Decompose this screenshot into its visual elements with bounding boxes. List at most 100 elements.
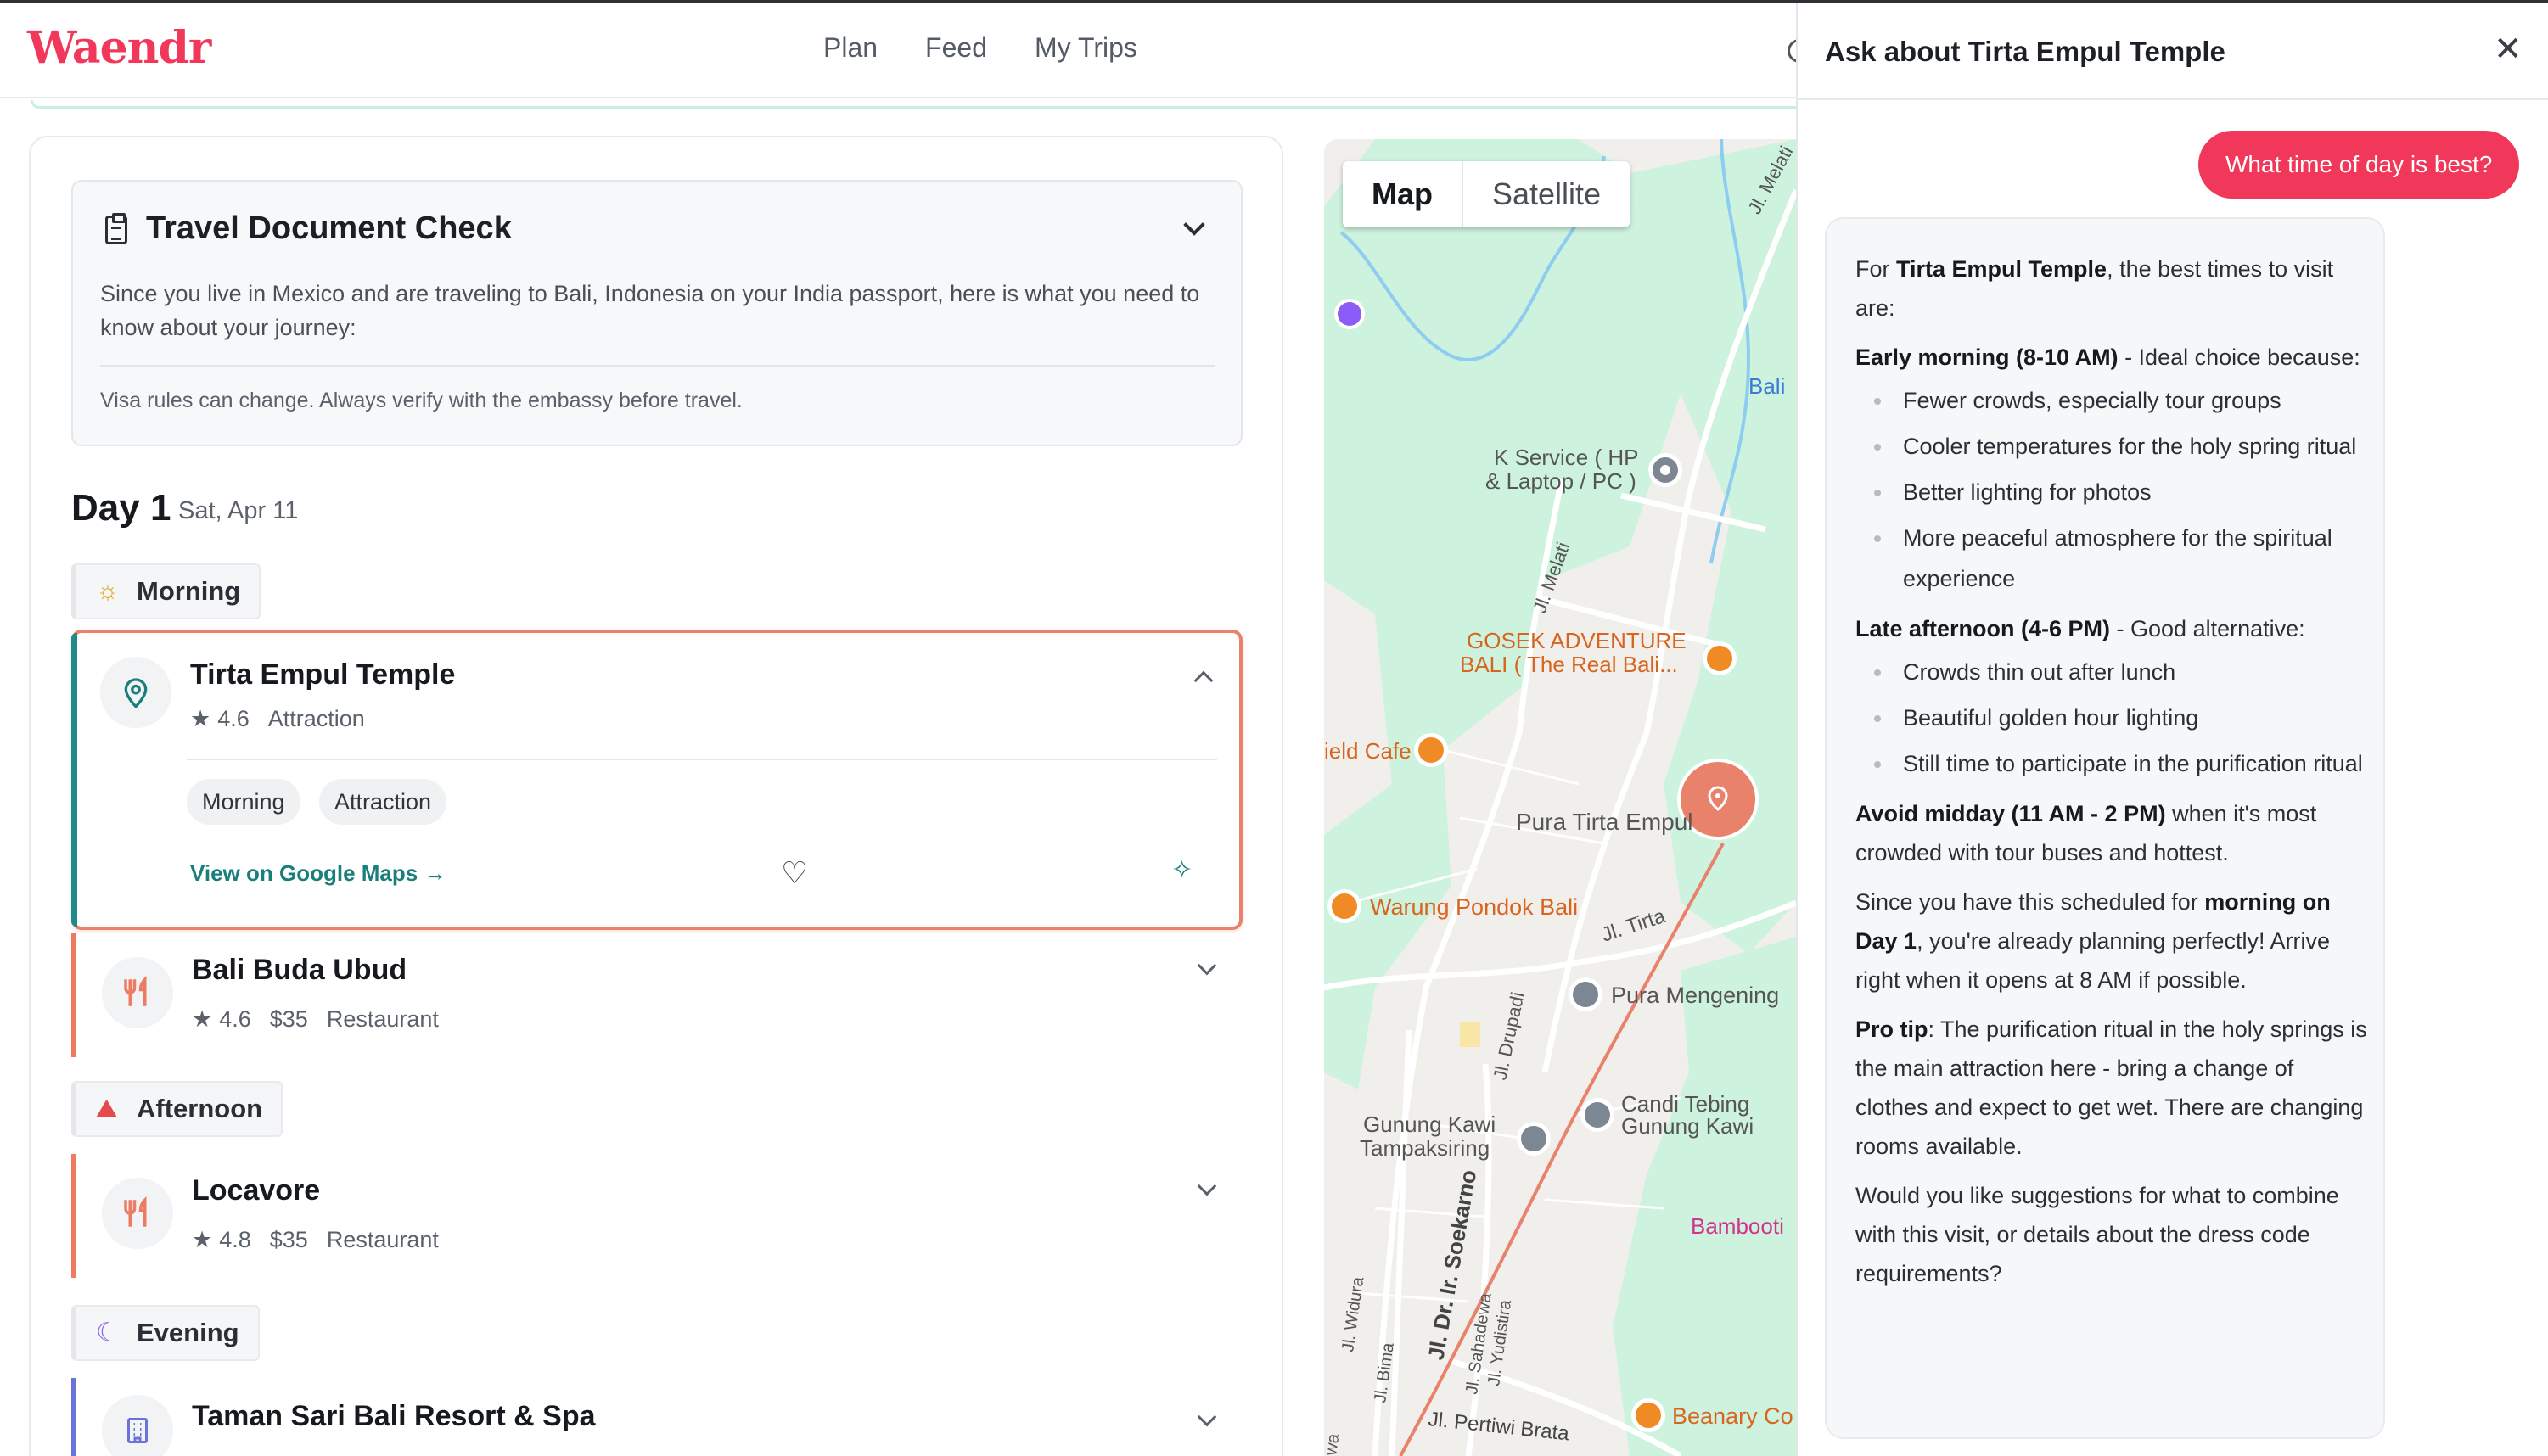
map-label-pura-tirta-empul: Pura Tirta Empul <box>1516 809 1693 835</box>
map-toggle-map[interactable]: Map <box>1343 161 1463 227</box>
sparkle-icon[interactable]: ✧ <box>1171 855 1193 885</box>
activity-card-tirta-empul[interactable]: Tirta Empul Temple ★ 4.6 Attraction Mornin… <box>71 630 1243 930</box>
nav-feed[interactable]: Feed <box>925 32 987 64</box>
map-label-bambooti: Bambooti <box>1691 1213 1784 1239</box>
map-label-jl-tirta: Jl. Tirta <box>1599 904 1670 947</box>
heart-icon[interactable]: ♡ <box>781 855 808 891</box>
clipboard-icon <box>105 213 127 244</box>
activity-rating: 4.6 <box>219 1006 251 1032</box>
map-type-toggle: Map Satellite <box>1343 161 1630 227</box>
list-item: Better lighting for photos <box>1855 472 2370 512</box>
activity-meta: ★ 4.6 $35 Restaurant <box>192 1006 439 1033</box>
list-item: Cooler temperatures for the holy spring … <box>1855 426 2370 467</box>
map-label-wa: wa <box>1324 1431 1344 1456</box>
divider <box>100 365 1215 367</box>
early-morning-list: Fewer crowds, especially tour groups Coo… <box>1855 380 2370 599</box>
doc-check-title: Travel Document Check <box>146 210 512 246</box>
list-item: Fewer crowds, especially tour groups <box>1855 380 2370 421</box>
utensils-icon <box>102 957 173 1028</box>
utensils-icon <box>102 1178 173 1249</box>
building-icon <box>102 1395 173 1456</box>
activity-meta: ★ 4.6 Attraction <box>190 706 365 732</box>
period-evening: ☾ Evening <box>71 1305 260 1361</box>
activity-title: Bali Buda Ubud <box>192 954 407 986</box>
tag-attraction: Attraction <box>319 779 447 825</box>
map-label-jl-drupadi: Jl. Drupadi <box>1489 990 1528 1082</box>
activity-card-taman-sari[interactable]: Taman Sari Bali Resort & Spa <box>71 1378 1243 1456</box>
app-header: Waendr Plan Feed My Trips <box>0 3 1799 98</box>
map-label-warung: Warung Pondok Bali <box>1370 894 1578 920</box>
map-label-candi-gunung-kawi: Gunung Kawi <box>1621 1113 1754 1139</box>
activity-card-locavore[interactable]: Locavore ★ 4.8 $35 Restaurant <box>71 1154 1243 1278</box>
period-label: Morning <box>137 576 241 606</box>
location-pin-icon <box>100 657 171 728</box>
list-item: Beautiful golden hour lighting <box>1855 697 2370 738</box>
map-view[interactable]: Jl. Melati Bali K Service ( HP & Laptop … <box>1324 139 1796 1456</box>
user-message-bubble: What time of day is best? <box>2198 131 2520 199</box>
period-morning: ☼ Morning <box>71 563 261 619</box>
tag-morning: Morning <box>187 779 300 825</box>
day-date: Sat, Apr 11 <box>178 497 299 524</box>
list-item: Crowds thin out after lunch <box>1855 652 2370 692</box>
chat-title: Ask about Tirta Empul Temple <box>1825 36 2225 67</box>
view-on-google-maps-link[interactable]: View on Google Maps → <box>190 860 446 887</box>
star-icon: ★ <box>190 706 211 731</box>
map-label-beanary: Beanary Co <box>1672 1403 1793 1429</box>
doc-check-body: Since you live in Mexico and are traveli… <box>100 281 1200 340</box>
assistant-message-content: For Tirta Empul Temple, the best times t… <box>1855 249 2370 1303</box>
map-toggle-satellite[interactable]: Satellite <box>1463 161 1630 227</box>
header-accent-line <box>31 100 1796 109</box>
app-logo[interactable]: Waendr <box>27 22 211 74</box>
activity-title: Taman Sari Bali Resort & Spa <box>192 1400 596 1432</box>
map-label-tampaksiring: Tampaksiring <box>1360 1135 1490 1161</box>
activity-title: Locavore <box>192 1174 321 1207</box>
chevron-down-icon[interactable] <box>1197 955 1217 976</box>
activity-category: Attraction <box>267 706 365 731</box>
chat-panel: Ask about Tirta Empul Temple ✕ What time… <box>1796 3 2548 1456</box>
chevron-down-icon[interactable] <box>1197 1407 1217 1427</box>
activity-meta: ★ 4.8 $35 Restaurant <box>192 1227 439 1253</box>
main-nav: Plan Feed My Trips <box>823 32 1137 64</box>
chevron-down-icon[interactable] <box>1197 1176 1217 1196</box>
chevron-down-icon[interactable] <box>1183 214 1205 236</box>
chat-header: Ask about Tirta Empul Temple ✕ <box>1798 3 2548 100</box>
activity-card-bali-buda[interactable]: Bali Buda Ubud ★ 4.6 $35 Restaurant <box>71 933 1243 1057</box>
sun-icon: ☼ <box>96 577 120 605</box>
map-label-pura-mengening: Pura Mengening <box>1611 983 1779 1008</box>
divider <box>187 759 1217 760</box>
map-label-k-service: K Service ( HP <box>1494 445 1639 470</box>
day-title: Day 1 <box>71 487 171 529</box>
period-label: Evening <box>137 1318 239 1347</box>
list-item: More peaceful atmosphere for the spiritu… <box>1855 518 2370 599</box>
map-label-gosek-2: BALI ( The Real Bali... <box>1460 652 1678 677</box>
late-afternoon-list: Crowds thin out after lunch Beautiful go… <box>1855 652 2370 784</box>
map-label-jl-pertiwi-brata: Jl. Pertiwi Brata <box>1427 1408 1570 1445</box>
nav-plan[interactable]: Plan <box>823 32 878 64</box>
travel-document-check[interactable]: Travel Document Check Since you live in … <box>71 180 1243 446</box>
activity-category: Restaurant <box>326 1227 439 1252</box>
chevron-up-icon[interactable] <box>1193 670 1214 691</box>
list-item: Still time to participate in the purific… <box>1855 743 2370 784</box>
activity-rating: 4.8 <box>219 1227 251 1252</box>
star-icon: ★ <box>192 1227 213 1252</box>
period-afternoon: ⛰ Afternoon <box>71 1081 283 1137</box>
moon-icon: ☾ <box>96 1319 119 1347</box>
map-label-jl-widura: Jl. Widura <box>1339 1275 1367 1353</box>
activity-price: $35 <box>269 1227 308 1252</box>
map-label-field-cafe: ield Cafe <box>1324 738 1412 764</box>
assistant-message-bubble: For Tirta Empul Temple, the best times t… <box>1825 217 2385 1439</box>
activity-rating: 4.6 <box>217 706 250 731</box>
close-icon[interactable]: ✕ <box>2494 32 2523 66</box>
map-label-bali: Bali <box>1748 373 1785 399</box>
map-label-gosek: GOSEK ADVENTURE <box>1467 628 1687 653</box>
activity-category: Restaurant <box>326 1006 439 1032</box>
map-label-gunung-kawi: Gunung Kawi <box>1363 1112 1496 1137</box>
doc-check-note: Visa rules can change. Always verify wit… <box>100 389 743 412</box>
activity-title: Tirta Empul Temple <box>190 658 456 691</box>
sunset-icon: ⛰ <box>96 1095 118 1123</box>
activity-price: $35 <box>269 1006 308 1032</box>
map-label-k-service-2: & Laptop / PC ) <box>1485 468 1636 494</box>
star-icon: ★ <box>192 1006 213 1032</box>
period-label: Afternoon <box>137 1094 263 1123</box>
nav-my-trips[interactable]: My Trips <box>1035 32 1137 64</box>
